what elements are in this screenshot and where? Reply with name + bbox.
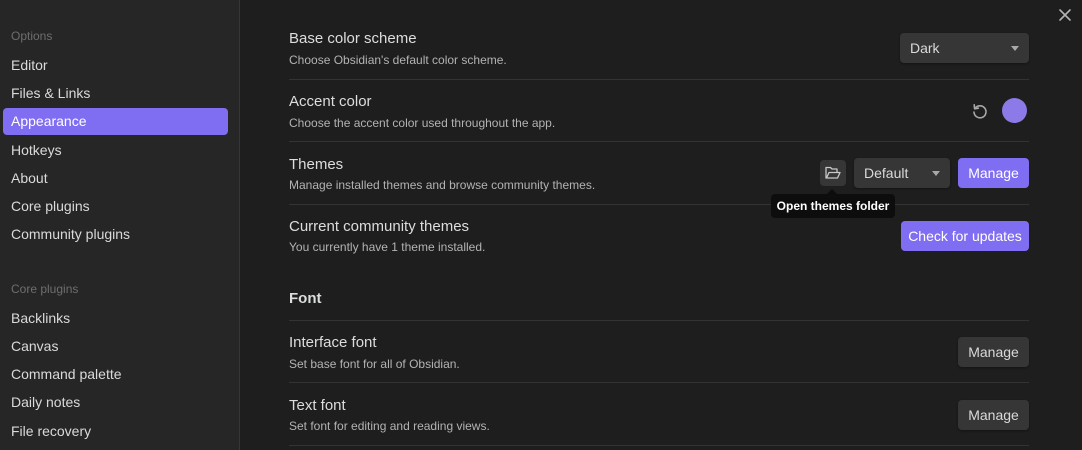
theme-dropdown[interactable]: Default	[854, 158, 950, 188]
sidebar-item-hotkeys[interactable]: Hotkeys	[3, 137, 228, 164]
setting-title: Base color scheme	[289, 30, 417, 47]
section-heading-font: Font	[289, 290, 322, 307]
divider	[289, 445, 1029, 446]
sidebar-item-about[interactable]: About	[3, 165, 228, 192]
setting-description: Set base font for all of Obsidian.	[289, 357, 460, 371]
tooltip-text: Open themes folder	[776, 199, 890, 213]
reset-icon	[973, 104, 987, 119]
sidebar-item-daily-notes[interactable]: Daily notes	[3, 389, 228, 416]
setting-description: Set font for editing and reading views.	[289, 419, 490, 433]
divider	[289, 141, 1029, 142]
chevron-down-icon	[932, 171, 940, 176]
setting-description: Manage installed themes and browse commu…	[289, 178, 596, 192]
sidebar-item-backlinks[interactable]: Backlinks	[3, 305, 228, 332]
setting-description: You currently have 1 theme installed.	[289, 240, 486, 254]
sidebar-item-command-palette[interactable]: Command palette	[3, 361, 228, 388]
manage-themes-button[interactable]: Manage	[958, 158, 1029, 188]
sidebar-item-community-plugins[interactable]: Community plugins	[3, 221, 228, 248]
divider	[289, 204, 1029, 205]
sidebar-item-editor[interactable]: Editor	[3, 52, 228, 79]
chevron-down-icon	[1011, 46, 1019, 51]
divider	[289, 382, 1029, 383]
setting-title: Accent color	[289, 93, 372, 110]
tooltip-arrow	[827, 189, 837, 194]
close-button[interactable]	[1056, 6, 1074, 24]
theme-selected: Default	[864, 165, 909, 181]
folder-open-icon	[825, 166, 841, 179]
setting-title: Text font	[289, 397, 346, 414]
setting-title: Themes	[289, 156, 344, 173]
color-scheme-selected: Dark	[910, 40, 940, 56]
sidebar-heading-core-plugins: Core plugins	[11, 282, 79, 296]
divider	[289, 320, 1029, 321]
sidebar-heading-options: Options	[11, 29, 53, 43]
setting-title: Current community themes	[289, 218, 470, 235]
manage-interface-font-button[interactable]: Manage	[958, 337, 1029, 367]
accent-color-swatch[interactable]	[1002, 98, 1027, 123]
manage-text-font-button[interactable]: Manage	[958, 400, 1029, 430]
check-for-updates-button[interactable]: Check for updates	[901, 221, 1029, 251]
reset-accent-button[interactable]	[967, 98, 993, 124]
close-icon	[1059, 9, 1071, 21]
sidebar-item-files-links[interactable]: Files & Links	[3, 80, 228, 107]
setting-description: Choose Obsidian's default color scheme.	[289, 53, 507, 67]
open-themes-folder-button[interactable]	[820, 160, 846, 186]
sidebar-item-core-plugins[interactable]: Core plugins	[3, 193, 228, 220]
sidebar-item-appearance[interactable]: Appearance	[3, 108, 228, 135]
sidebar-item-canvas[interactable]: Canvas	[3, 333, 228, 360]
divider	[289, 79, 1029, 80]
tooltip: Open themes folder	[771, 189, 895, 218]
settings-sidebar: Options Editor Files & Links Appearance …	[0, 0, 240, 450]
sidebar-item-file-recovery[interactable]: File recovery	[3, 418, 228, 445]
setting-title: Interface font	[289, 334, 377, 351]
color-scheme-dropdown[interactable]: Dark	[900, 33, 1029, 63]
setting-description: Choose the accent color used throughout …	[289, 116, 556, 130]
settings-window: Options Editor Files & Links Appearance …	[0, 0, 1082, 450]
